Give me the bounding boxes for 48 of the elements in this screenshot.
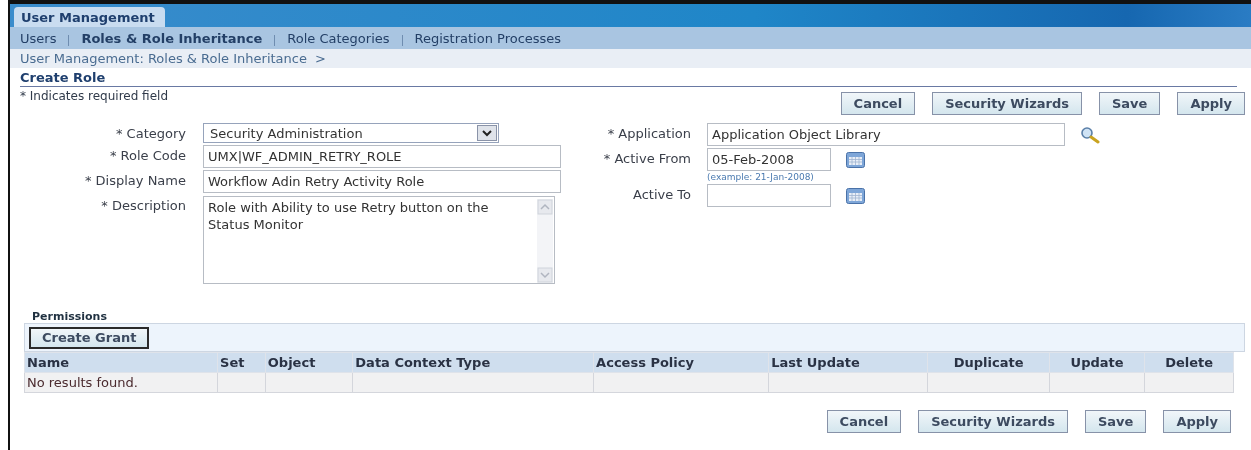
field-label: Active To: [631, 186, 691, 202]
create-grant-button[interactable]: Create Grant: [29, 326, 150, 349]
field-label: * Active From: [602, 150, 691, 166]
field-label: * Role Code: [108, 147, 186, 163]
nav-link[interactable]: Role Categories: [287, 30, 390, 46]
section-title: Permissions: [31, 310, 108, 323]
required-note: * Indicates required field: [20, 89, 168, 103]
category-select[interactable]: Security Administration: [203, 123, 499, 143]
action-button[interactable]: Apply: [1163, 410, 1231, 433]
breadcrumb-link[interactable]: User Management: Roles & Role Inheritance: [20, 51, 307, 66]
field-label: * Application: [606, 125, 691, 141]
breadcrumb-separator: >: [314, 51, 326, 66]
action-button[interactable]: Save: [1084, 410, 1147, 433]
column-header: Delete: [1144, 352, 1234, 373]
column-header: Data Context Type: [352, 352, 594, 373]
table-cell: No results found.: [24, 372, 218, 393]
calendar-icon[interactable]: [846, 187, 865, 204]
nav-link[interactable]: Users: [20, 30, 57, 46]
action-button[interactable]: Save: [1098, 92, 1161, 115]
text-field[interactable]: UMX|WF_ADMIN_RETRY_ROLE: [203, 145, 561, 168]
text-field[interactable]: Workflow Adin Retry Activity Role: [203, 170, 561, 193]
date-field[interactable]: 05-Feb-2008: [707, 148, 831, 171]
action-button[interactable]: Security Wizards: [918, 410, 1068, 433]
text-field[interactable]: Application Object Library: [707, 123, 1065, 146]
action-button[interactable]: Cancel: [826, 410, 902, 433]
column-header: Last Update: [768, 352, 928, 373]
action-button[interactable]: Apply: [1177, 92, 1245, 115]
column-header: Access Policy: [593, 352, 769, 373]
header-tab[interactable]: User Management: [14, 7, 165, 27]
description-field[interactable]: Role with Ability to use Retry button on the Status Monitor: [203, 196, 555, 284]
column-header: Set: [217, 352, 266, 373]
page-title: Create Role: [20, 70, 1237, 87]
column-header: Object: [265, 352, 353, 373]
column-header: Name: [24, 352, 218, 373]
field-label: * Description: [100, 197, 186, 213]
action-button[interactable]: Security Wizards: [932, 92, 1082, 115]
scrollbar[interactable]: [537, 199, 553, 283]
nav-link[interactable]: Registration Processes: [414, 30, 562, 46]
date-format-hint: (example: 21-Jan-2008): [707, 172, 815, 182]
calendar-icon[interactable]: [846, 151, 865, 168]
column-header: Update: [1049, 352, 1145, 373]
date-field[interactable]: [707, 184, 831, 207]
column-header: Duplicate: [927, 352, 1050, 373]
field-label: * Category: [115, 125, 186, 141]
nav-link[interactable]: Roles & Role Inheritance: [81, 30, 263, 46]
search-icon[interactable]: [1080, 125, 1100, 144]
action-button[interactable]: Cancel: [840, 92, 916, 115]
field-label: * Display Name: [83, 172, 186, 188]
